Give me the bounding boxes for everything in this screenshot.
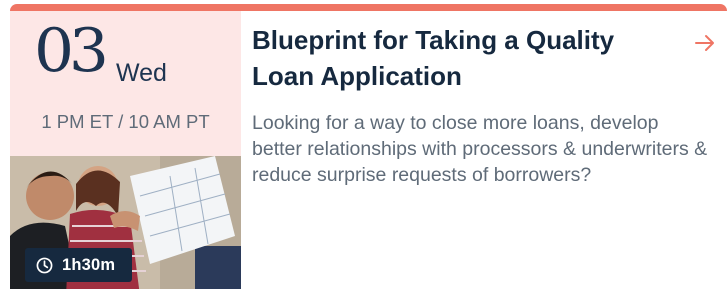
weekday-label: Wed — [116, 59, 167, 87]
event-content: Blueprint for Taking a Quality Loan Appl… — [252, 22, 712, 188]
duration-label: 1h30m — [62, 255, 116, 274]
event-photo: 1h30m — [10, 156, 241, 289]
accent-bar — [10, 4, 727, 11]
clock-icon — [36, 257, 53, 273]
duration-badge: 1h30m — [25, 248, 132, 282]
day-number: 03 — [34, 16, 109, 86]
event-description: Looking for a way to close more loans, d… — [252, 112, 708, 186]
date-panel: 03 Wed 1 PM ET / 10 AM PT 1h30m — [10, 11, 241, 289]
event-time: 1 PM ET / 10 AM PT — [41, 111, 210, 132]
event-title[interactable]: Blueprint for Taking a Quality Loan Appl… — [252, 22, 672, 94]
